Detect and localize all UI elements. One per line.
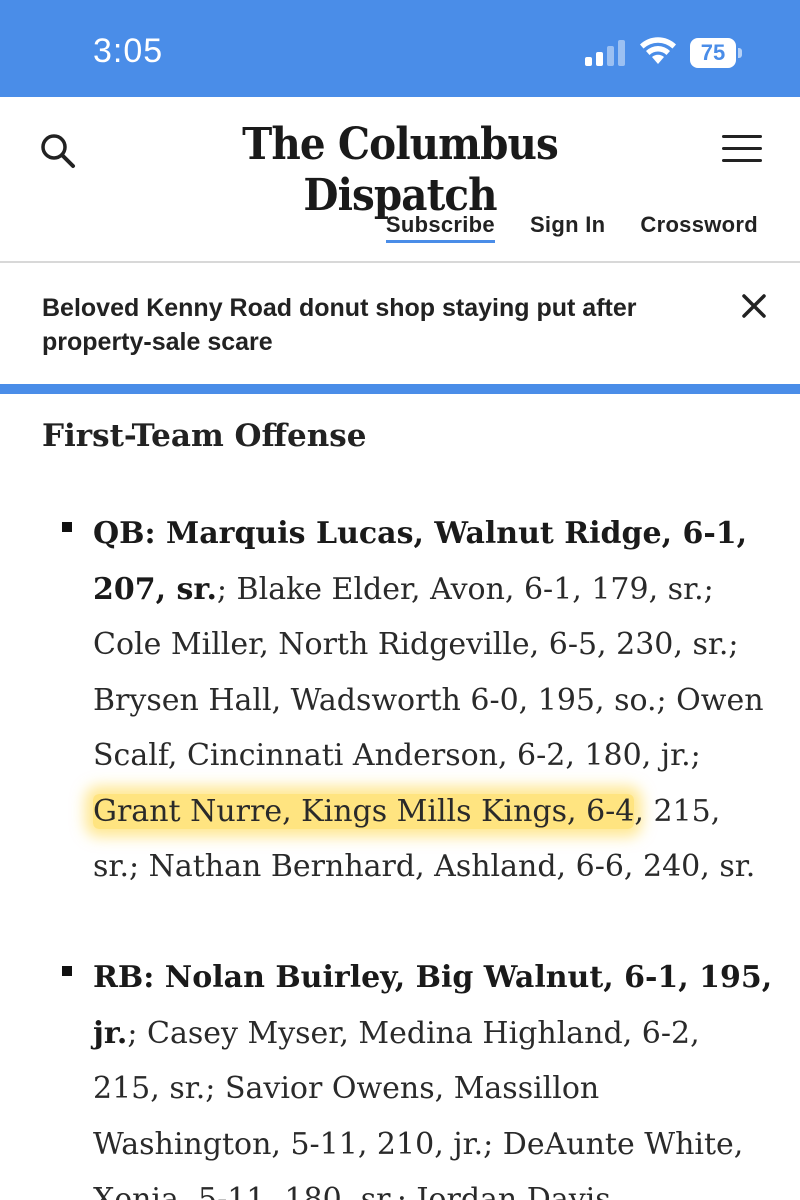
hamburger-menu-icon[interactable] [722,135,762,165]
site-logo[interactable]: The Columbus Dispatch [170,119,630,221]
banner-divider [0,384,800,394]
header-nav: Subscribe Sign In Crossword [385,212,758,243]
highlighted-text: Grant Nurre, Kings Mills Kings, 6-4 [93,793,635,829]
search-icon[interactable] [38,131,78,171]
section-heading: First-Team Offense [42,418,367,454]
battery-level: 75 [700,40,726,65]
list-item: RB: Nolan Buirley, Big Walnut, 6-1, 195,… [93,950,773,1200]
subscribe-link[interactable]: Subscribe [385,212,495,243]
crossword-link[interactable]: Crossword [640,212,758,243]
wifi-icon [640,37,676,64]
cellular-signal-icon [585,40,625,66]
entry-text: ; Casey Myser, Medina Highland, 6-2, 215… [93,1015,744,1200]
banner-headline[interactable]: Beloved Kenny Road donut shop staying pu… [42,291,682,359]
news-banner[interactable]: Beloved Kenny Road donut shop staying pu… [0,265,800,385]
sign-in-link[interactable]: Sign In [530,212,605,243]
site-header: The Columbus Dispatch Subscribe Sign In … [0,97,800,263]
close-icon[interactable] [740,292,768,320]
list-item: QB: Marquis Lucas, Walnut Ridge, 6-1, 20… [93,506,773,895]
status-bar: 3:05 75 [0,0,800,97]
list-bullet [62,522,72,532]
article-body: First-Team Offense QB: Marquis Lucas, Wa… [0,394,800,1200]
battery-icon: 75 [690,38,742,68]
clock: 3:05 [93,32,164,70]
list-bullet [62,966,72,976]
